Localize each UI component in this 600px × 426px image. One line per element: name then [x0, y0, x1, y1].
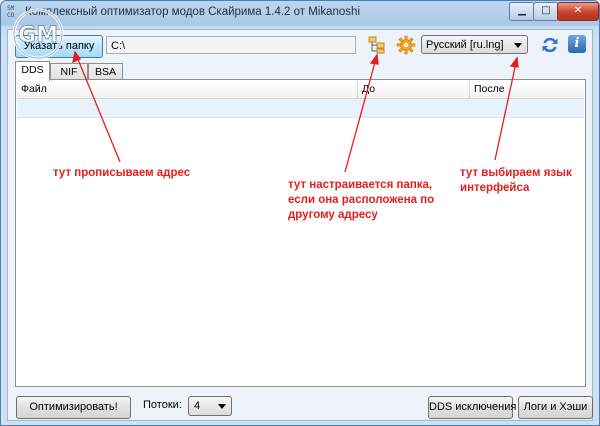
threads-value: 4	[194, 400, 201, 412]
info-icon[interactable]: i	[568, 35, 586, 53]
close-button[interactable]: ✕	[557, 2, 599, 21]
watermark-text: GM	[18, 23, 58, 48]
dds-exclusions-button[interactable]: DDS исключения	[428, 396, 516, 419]
logs-hashes-button[interactable]: Логи и Хэши	[518, 396, 593, 419]
chevron-down-icon	[218, 404, 226, 409]
annotation-folder: тут настраивается папка, если она распол…	[288, 179, 435, 221]
folder-tree-icon[interactable]	[368, 36, 386, 54]
title-bar[interactable]: SM CO Комплексный оптимизатор модов Скайр…	[1, 1, 599, 25]
tab-bsa[interactable]: BSA	[88, 63, 123, 80]
files-table: Файл До После	[15, 79, 586, 387]
optimize-button[interactable]: Оптимизировать!	[16, 396, 131, 419]
language-select[interactable]: Русский [ru.lng]	[421, 35, 528, 54]
main-client-area: Указать папку C:\ Русский [ru.lng] i DDS…	[7, 29, 593, 421]
path-input[interactable]: C:\	[106, 36, 356, 54]
maximize-button[interactable]: □	[533, 2, 559, 21]
column-header-before[interactable]: До	[358, 81, 470, 98]
annotation-address: тут прописываем адрес	[53, 167, 191, 179]
tab-dds[interactable]: DDS	[15, 61, 50, 81]
table-header: Файл До После	[17, 81, 584, 99]
annotation-language: тут выбираем язык интерфейса	[460, 167, 572, 194]
watermark-logo: GM	[12, 8, 64, 60]
window-title: Комплексный оптимизатор модов Скайрима 1…	[25, 6, 360, 18]
table-row[interactable]	[17, 99, 584, 118]
column-header-after[interactable]: После	[470, 81, 584, 98]
language-value: Русский [ru.lng]	[426, 39, 504, 51]
minimize-button[interactable]: ▁	[509, 2, 535, 21]
threads-select[interactable]: 4	[188, 396, 232, 416]
refresh-icon[interactable]	[540, 35, 560, 55]
gear-icon[interactable]	[396, 35, 416, 55]
tab-nif[interactable]: NIF	[50, 63, 88, 80]
chevron-down-icon	[514, 43, 522, 48]
column-header-file[interactable]: Файл	[17, 81, 358, 98]
threads-label: Потоки:	[143, 399, 182, 411]
